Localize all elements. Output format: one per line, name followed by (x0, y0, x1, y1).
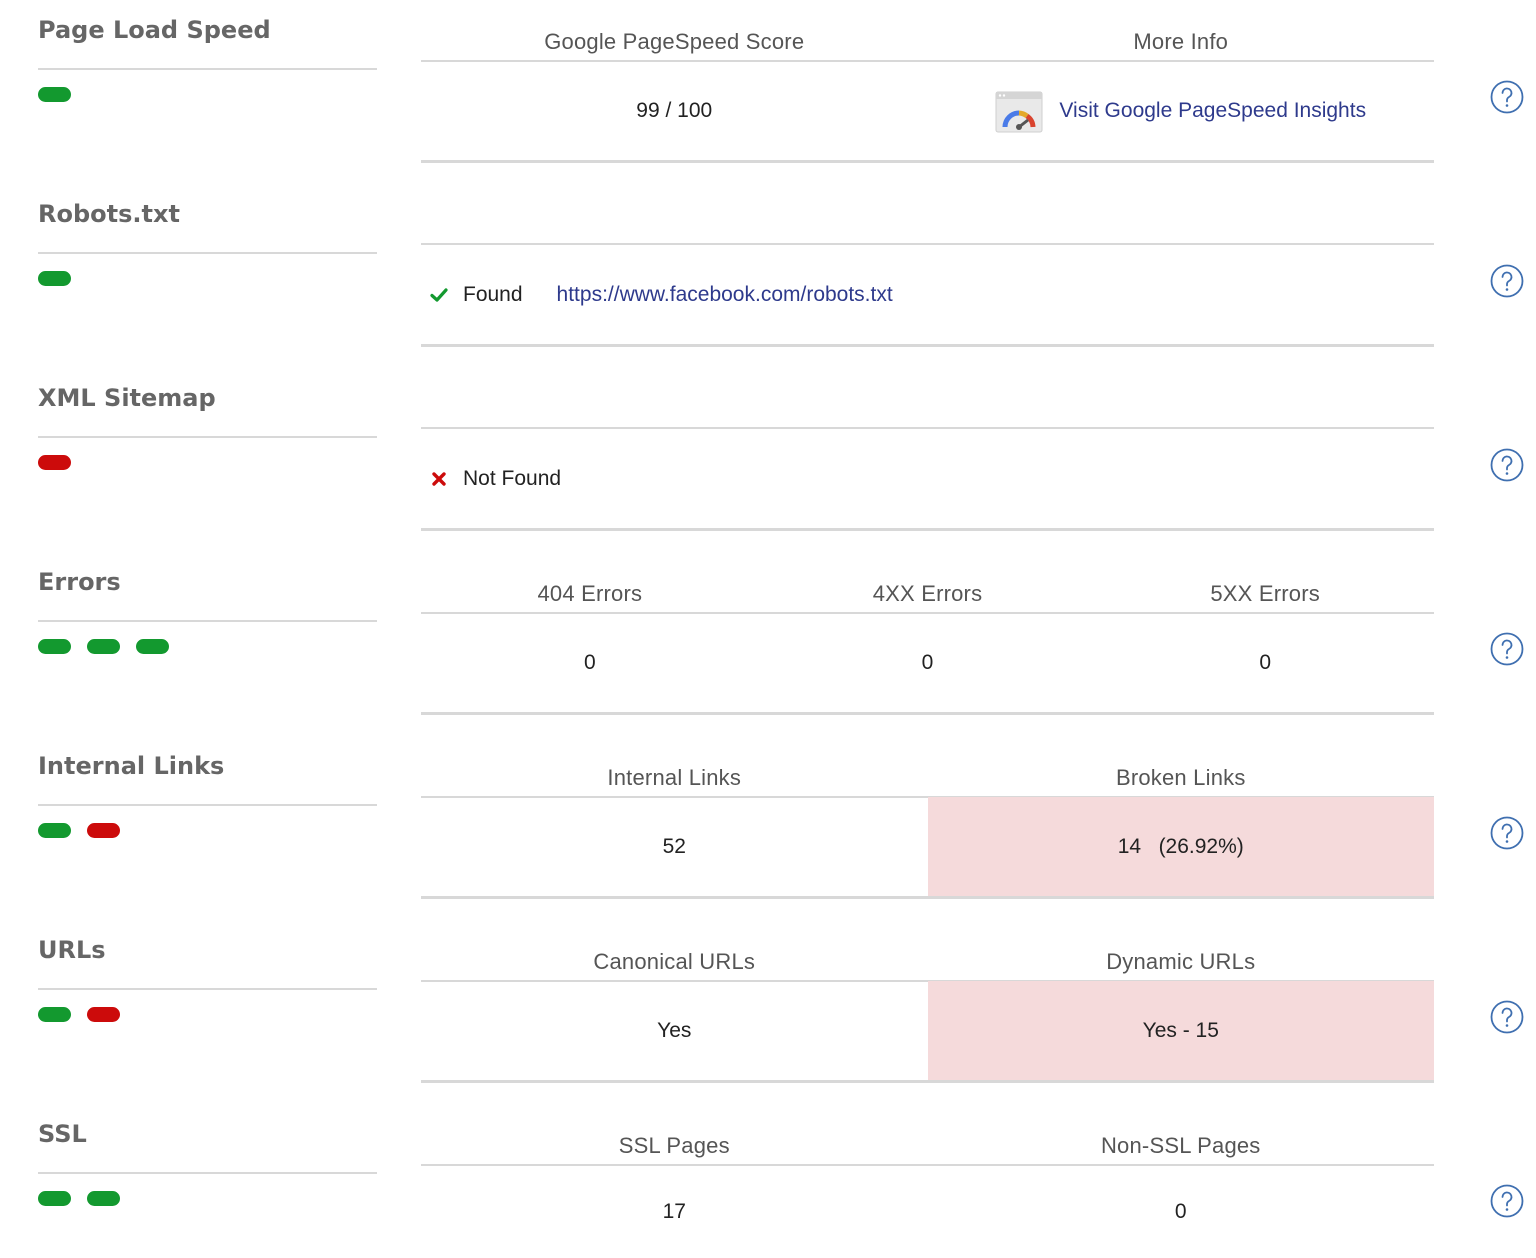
table-row: 52 14 (26.92%) (421, 797, 1434, 899)
help-icon[interactable] (1490, 816, 1524, 850)
help-icon[interactable] (1490, 1184, 1524, 1218)
status-indicator-good (136, 639, 169, 654)
status-indicator-good (38, 639, 71, 654)
section-title: Errors (38, 568, 121, 596)
dynamic-urls-value: Yes - 15 (927, 981, 1434, 1080)
divider (38, 436, 377, 438)
section-internal-links: Internal Links Internal Links Broken Lin… (0, 736, 1536, 920)
robots-panel: Found https://www.facebook.com/robots.tx… (421, 184, 1434, 368)
status-indicators (38, 823, 120, 838)
section-title: Internal Links (38, 752, 225, 780)
status-indicators (38, 1191, 120, 1206)
column-header-more-info: More Info (1133, 29, 1229, 54)
status-indicator-good (38, 271, 71, 286)
status-indicators (38, 87, 71, 102)
section-urls: URLs Canonical URLs Dynamic URLs Yes Yes… (0, 920, 1536, 1104)
broken-links-value: 14 (26.92%) (927, 797, 1434, 896)
table-row: 99 / 100 Visit Google PageSpeed Insights (421, 61, 1434, 163)
pagespeed-gauge-icon (995, 91, 1043, 132)
status-indicators (38, 1007, 120, 1022)
ssl-panel: SSL Pages Non-SSL Pages 17 0 (421, 1104, 1434, 1258)
more-info-cell: Visit Google PageSpeed Insights (928, 61, 1435, 160)
section-robots: Robots.txt Found https://www.facebook.co… (0, 184, 1536, 368)
sitemap-panel: Not Found (421, 368, 1434, 552)
table-header: Internal Links Broken Links (421, 763, 1434, 798)
section-title: XML Sitemap (38, 384, 216, 412)
status-indicator-good (38, 1007, 71, 1022)
section-title: SSL (38, 1120, 87, 1148)
ssl-pages-value: 17 (662, 1199, 686, 1223)
canonical-urls-value: Yes (657, 1018, 692, 1042)
table-header: Google PageSpeed Score More Info (421, 27, 1434, 62)
help-icon[interactable] (1490, 448, 1524, 482)
5xx-errors-value: 0 (1259, 650, 1272, 674)
column-header-non-ssl-pages: Non-SSL Pages (1100, 1133, 1261, 1158)
errors-panel: 404 Errors 4XX Errors 5XX Errors 0 0 0 (421, 552, 1434, 736)
section-title: URLs (38, 936, 106, 964)
status-indicators (38, 271, 71, 286)
help-icon[interactable] (1490, 80, 1524, 114)
section-ssl: SSL SSL Pages Non-SSL Pages 17 0 (0, 1104, 1536, 1258)
status-indicator-good (38, 87, 71, 102)
sitemap-status: Not Found (463, 466, 562, 490)
status-indicator-bad (87, 1007, 120, 1022)
status-indicator-good (38, 823, 71, 838)
help-icon[interactable] (1490, 264, 1524, 298)
table-header: 404 Errors 4XX Errors 5XX Errors (421, 579, 1434, 614)
status-indicators (38, 455, 71, 470)
section-title: Robots.txt (38, 200, 180, 228)
divider (38, 988, 377, 990)
pagespeed-insights-link[interactable]: Visit Google PageSpeed Insights (1059, 99, 1366, 123)
urls-panel: Canonical URLs Dynamic URLs Yes Yes - 15 (421, 920, 1434, 1104)
divider (38, 68, 377, 70)
column-header-dynamic-urls: Dynamic URLs (1106, 949, 1256, 974)
4xx-errors-value: 0 (921, 650, 934, 674)
check-icon (429, 285, 449, 305)
x-icon (429, 469, 449, 489)
status-indicator-good (38, 1191, 71, 1206)
column-header-ssl-pages: SSL Pages (618, 1133, 730, 1158)
pagespeed-score: 99 / 100 (636, 98, 713, 122)
status-indicator-good (87, 639, 120, 654)
table-row: Yes Yes - 15 (421, 981, 1434, 1083)
pagespeed-panel: Google PageSpeed Score More Info 99 / 10… (421, 0, 1434, 184)
table-header: SSL Pages Non-SSL Pages (421, 1131, 1434, 1166)
help-icon[interactable] (1490, 1000, 1524, 1034)
table-row: 0 0 0 (421, 613, 1434, 715)
internal-links-panel: Internal Links Broken Links 52 14 (26.92… (421, 736, 1434, 920)
status-indicator-good (87, 1191, 120, 1206)
section-page-load-speed: Page Load Speed Google PageSpeed Score M… (0, 0, 1536, 184)
table-row: 17 0 (421, 1165, 1434, 1258)
section-errors: Errors 404 Errors 4XX Errors 5XX Errors … (0, 552, 1536, 736)
column-header-pagespeed-score: Google PageSpeed Score (544, 29, 805, 54)
status-indicator-bad (38, 455, 71, 470)
robots-status-row: Found https://www.facebook.com/robots.tx… (421, 245, 1434, 347)
column-header-canonical-urls: Canonical URLs (593, 949, 756, 974)
table-header: Canonical URLs Dynamic URLs (421, 947, 1434, 982)
section-xml-sitemap: XML Sitemap Not Found (0, 368, 1536, 552)
divider (38, 1172, 377, 1174)
404-errors-value: 0 (583, 650, 596, 674)
internal-links-value: 52 (662, 834, 686, 858)
sitemap-status-row: Not Found (421, 429, 1434, 531)
help-icon[interactable] (1490, 632, 1524, 666)
column-header-broken-links: Broken Links (1115, 765, 1246, 790)
status-indicator-bad (87, 823, 120, 838)
robots-status: Found (463, 282, 523, 306)
divider (38, 804, 377, 806)
robots-url-link[interactable]: https://www.facebook.com/robots.txt (557, 283, 893, 307)
divider (38, 620, 377, 622)
status-indicators (38, 639, 169, 654)
column-header-4xx-errors: 4XX Errors (872, 581, 983, 606)
section-title: Page Load Speed (38, 16, 271, 44)
column-header-internal-links: Internal Links (607, 765, 742, 790)
divider (38, 252, 377, 254)
column-header-404-errors: 404 Errors (537, 581, 643, 606)
column-header-5xx-errors: 5XX Errors (1210, 581, 1320, 606)
non-ssl-pages-value: 0 (1174, 1199, 1187, 1223)
